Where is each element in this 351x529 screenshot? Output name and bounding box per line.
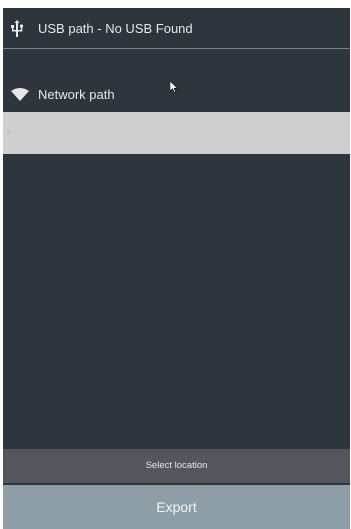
select-location-label: Select location xyxy=(145,460,208,471)
usb-icon xyxy=(10,20,24,38)
network-path-selector[interactable] xyxy=(3,112,350,154)
export-panel: USB path - No USB Found Network path Sel… xyxy=(3,8,350,529)
chevron-down-icon xyxy=(7,131,11,133)
divider xyxy=(3,48,350,49)
network-path-label: Network path xyxy=(38,87,115,102)
export-button-label: Export xyxy=(156,499,197,515)
export-button[interactable]: Export xyxy=(3,485,350,529)
wifi-icon xyxy=(11,88,29,102)
usb-path-option[interactable]: USB path - No USB Found xyxy=(3,8,350,48)
mouse-cursor-icon xyxy=(169,80,179,93)
usb-path-label: USB path - No USB Found xyxy=(38,21,193,36)
select-location-bar[interactable]: Select location xyxy=(3,449,350,483)
